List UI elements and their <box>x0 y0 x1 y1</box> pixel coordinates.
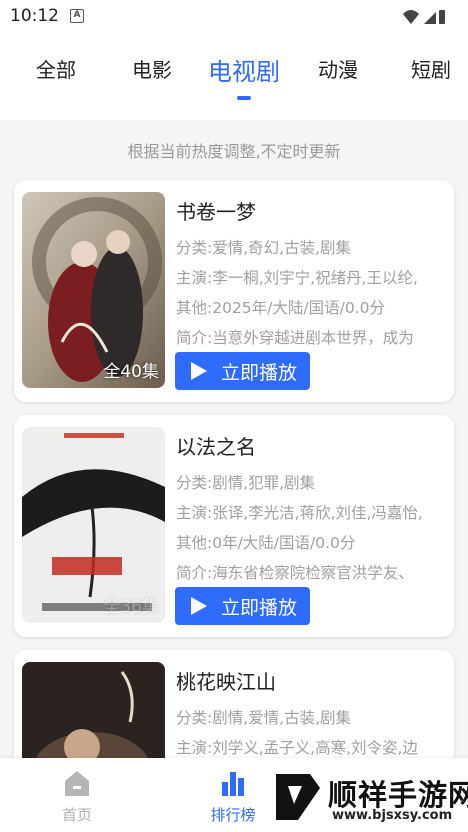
status-bar: 10:12 A <box>0 0 468 34</box>
play-icon <box>191 362 207 380</box>
tab-all[interactable]: 全部 <box>36 54 76 94</box>
active-tab-indicator <box>237 96 251 100</box>
wifi-icon <box>403 10 419 24</box>
drama-cast: 主演:张译,李光洁,蒋欣,刘佳,冯嘉怡, <box>176 504 423 522</box>
drama-other-info: 其他:0年/大陆/国语/0.0分 <box>176 534 356 552</box>
cell-signal-icon <box>424 12 436 24</box>
update-notice: 根据当前热度调整,不定时更新 <box>127 142 341 161</box>
nav-ranking[interactable]: 排行榜 <box>193 768 273 825</box>
ranking-icon <box>222 772 244 796</box>
watermark-url: www.bjsxsy.com <box>332 808 453 823</box>
drama-category: 分类:剧情,犯罪,剧集 <box>176 474 316 492</box>
poster-image[interactable]: 全40集 <box>22 192 165 388</box>
play-now-label: 立即播放 <box>221 597 298 619</box>
play-now-button[interactable]: 立即播放 <box>175 352 310 390</box>
status-time: 10:12 <box>10 6 59 26</box>
tab-movie[interactable]: 电影 <box>132 54 172 94</box>
tab-anime[interactable]: 动漫 <box>318 54 358 94</box>
drama-title[interactable]: 书卷一梦 <box>176 196 256 225</box>
drama-category: 分类:剧情,爱情,古装,剧集 <box>176 709 352 727</box>
play-icon <box>191 597 207 615</box>
episode-count: 全36集 <box>103 597 159 617</box>
poster-image[interactable]: 全36集 <box>22 427 165 623</box>
battery-icon <box>439 10 445 24</box>
nav-home-label: 首页 <box>61 806 92 824</box>
drama-intro: 简介:当意外穿越进剧本世界，成为 <box>176 329 414 347</box>
episode-count: 全40集 <box>103 362 159 382</box>
drama-cast: 主演:李一桐,刘宇宁,祝绪丹,王以纶, <box>176 269 418 287</box>
drama-card[interactable]: 全36集 以法之名 分类:剧情,犯罪,剧集 主演:张译,李光洁,蒋欣,刘佳,冯嘉… <box>14 415 454 637</box>
nav-ranking-label: 排行榜 <box>210 806 256 824</box>
tab-short-drama[interactable]: 短剧 <box>411 54 451 94</box>
play-now-label: 立即播放 <box>221 362 298 384</box>
notification-a-icon: A <box>70 9 84 23</box>
nav-home[interactable]: 首页 <box>37 768 117 825</box>
tab-tv-series[interactable]: 电视剧 <box>208 52 280 92</box>
drama-other-info: 其他:2025年/大陆/国语/0.0分 <box>176 299 385 317</box>
drama-intro: 简介:海东省检察院检察官洪学友、 <box>176 564 414 582</box>
drama-card[interactable]: 全40集 书卷一梦 分类:爱情,奇幻,古装,剧集 主演:李一桐,刘宇宁,祝绪丹,… <box>14 180 454 402</box>
signal-icons <box>403 10 445 24</box>
drama-cast: 主演:刘学义,孟子义,高寒,刘令姿,边 <box>176 739 418 757</box>
drama-category: 分类:爱情,奇幻,古装,剧集 <box>176 239 352 257</box>
drama-title[interactable]: 以法之名 <box>176 431 256 460</box>
site-watermark: 顺祥手游网 www.bjsxsy.com <box>262 768 468 828</box>
home-icon <box>65 771 89 796</box>
drama-title[interactable]: 桃花映江山 <box>176 666 276 695</box>
watermark-logo-icon <box>276 774 320 820</box>
play-now-button[interactable]: 立即播放 <box>175 587 310 625</box>
category-tabs: 全部 电影 电视剧 动漫 短剧 <box>0 34 468 120</box>
